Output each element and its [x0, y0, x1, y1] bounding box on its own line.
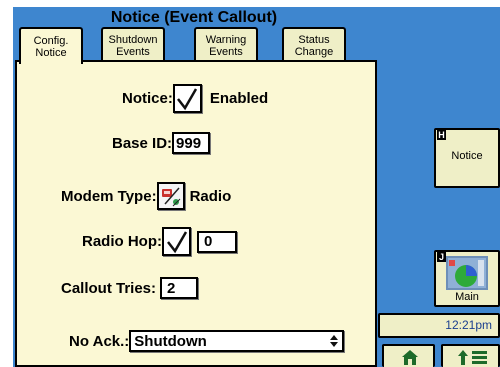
base-id-label: Base ID:: [112, 134, 173, 152]
no-ack-select[interactable]: Shutdown: [129, 330, 345, 352]
gauge-map-icon: [446, 256, 488, 290]
notice-button[interactable]: H Notice: [434, 128, 500, 188]
tab-status-change[interactable]: Status Change: [282, 27, 346, 62]
main-button[interactable]: J Main: [434, 250, 500, 307]
config-notice-panel: Notice: Enabled Base ID: 999 Modem Type:: [15, 60, 377, 367]
home-icon: [402, 350, 418, 365]
home-button[interactable]: [382, 344, 435, 367]
notice-label: Notice:: [122, 90, 173, 107]
base-id-field[interactable]: 999: [172, 132, 211, 154]
callout-tries-label: Callout Tries:: [61, 279, 157, 297]
no-ack-row: No Ack.: Shutdown: [69, 330, 345, 352]
no-ack-value: Shutdown: [134, 332, 207, 350]
modem-type-row: Modem Type: Radio: [61, 182, 231, 210]
window-title: Notice (Event Callout): [110, 9, 278, 26]
tab-config-notice[interactable]: Config. Notice: [19, 27, 83, 64]
tab-warning-events[interactable]: Warning Events: [194, 27, 258, 62]
notice-row: Notice: Enabled: [122, 84, 268, 113]
radio-hop-label: Radio Hop:: [82, 233, 162, 250]
modem-type-label: Modem Type:: [61, 187, 157, 205]
modem-type-value: Radio: [189, 187, 232, 205]
callout-tries-field[interactable]: 2: [160, 277, 199, 299]
base-id-row: Base ID: 999: [112, 132, 211, 154]
radio-hop-checkbox[interactable]: [162, 227, 191, 256]
up-down-arrows-icon: [330, 335, 339, 347]
notice-key-label: H: [437, 130, 446, 140]
notice-button-label: Notice: [451, 150, 483, 162]
tab-shutdown-events[interactable]: Shutdown Events: [101, 27, 165, 62]
modem-type-button[interactable]: [156, 182, 185, 210]
no-ack-label: No Ack.:: [69, 332, 130, 350]
checkmark-icon: [166, 230, 187, 253]
radio-hop-field[interactable]: 0: [197, 230, 237, 253]
notice-checkbox[interactable]: [172, 84, 202, 113]
clock: 12:21pm: [378, 313, 500, 338]
up-arrow-menu-icon: [458, 350, 487, 365]
radio-modem-icon: [161, 187, 180, 207]
up-menu-button[interactable]: [441, 344, 500, 367]
screen: Notice (Event Callout) Config. Notice Sh…: [13, 7, 500, 367]
radio-hop-row: Radio Hop: 0: [82, 227, 237, 256]
callout-tries-row: Callout Tries: 2: [61, 277, 199, 299]
checkmark-icon: [177, 87, 198, 110]
main-key-label: J: [437, 252, 446, 262]
notice-value: Enabled: [209, 90, 269, 107]
main-button-label: Main: [455, 291, 479, 303]
